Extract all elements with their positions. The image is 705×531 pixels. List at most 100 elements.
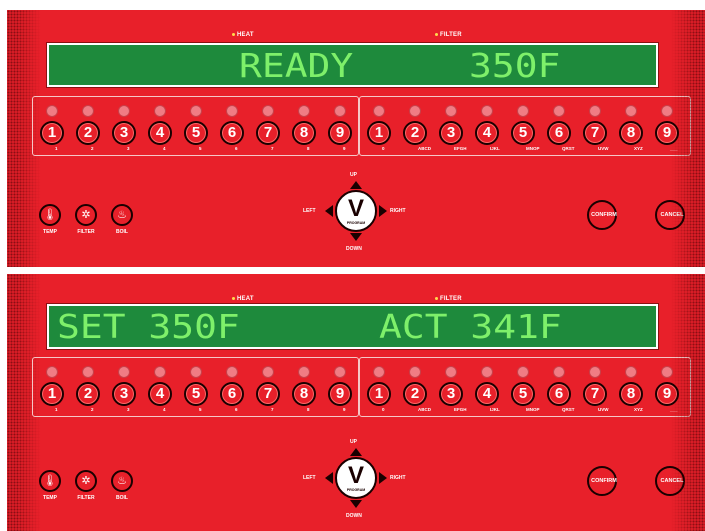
cancel-button[interactable]: CANCEL — [655, 466, 685, 496]
alpha-key-2[interactable]: 2 ABCD — [400, 99, 431, 151]
key-led-indicator — [154, 366, 166, 378]
temp-button[interactable]: 🌡 TEMP — [37, 204, 65, 244]
thermometer-icon: 🌡 — [39, 204, 61, 226]
key-number: 7 — [256, 121, 280, 145]
key-sublabel: 3 — [127, 407, 130, 412]
filter-indicator: FILTER — [435, 296, 462, 302]
alpha-key-5[interactable]: 5 MNOP — [508, 360, 540, 412]
lcd-display: READY 350F — [46, 42, 659, 88]
alpha-key-6[interactable]: 6 QRST — [544, 99, 575, 151]
heat-indicator-dot — [232, 296, 235, 300]
temp-button[interactable]: 🌡 TEMP — [37, 470, 65, 510]
alpha-key-3[interactable]: 3 EFGH — [436, 360, 467, 412]
key-number: 9 — [655, 121, 679, 145]
key-number: 2 — [76, 121, 100, 145]
product-key-9[interactable]: 99 — [325, 360, 355, 412]
right-label: RIGHT — [390, 208, 406, 214]
product-key-6[interactable]: 66 — [217, 360, 247, 412]
key-led-indicator — [262, 366, 274, 378]
program-label: PROGRAM — [346, 488, 366, 492]
key-sublabel: UVW — [598, 407, 609, 412]
product-key-4[interactable]: 44 — [145, 99, 175, 151]
alpha-key-2[interactable]: 2 ABCD — [400, 360, 431, 412]
key-sublabel: 0 — [382, 146, 385, 151]
alpha-key-1[interactable]: 10 — [364, 360, 394, 412]
navigation-pad: UP LEFT RIGHT DOWN V PROGRAM — [303, 437, 406, 523]
alpha-key-9[interactable]: 9 ___ — [652, 99, 682, 151]
left-arrow-button[interactable] — [325, 472, 333, 484]
product-key-3[interactable]: 33 — [109, 360, 139, 412]
key-sublabel: XYZ — [634, 407, 643, 412]
key-led-indicator — [226, 105, 238, 117]
key-number: 6 — [547, 382, 571, 406]
key-led-indicator — [298, 366, 310, 378]
right-label: RIGHT — [390, 475, 406, 481]
key-number: 3 — [112, 121, 136, 145]
confirm-button[interactable]: CONFIRM — [587, 200, 617, 230]
program-button[interactable]: V PROGRAM — [335, 457, 377, 499]
product-key-1[interactable]: 11 — [37, 99, 67, 151]
down-arrow-button[interactable] — [350, 233, 362, 241]
filter-icon: ✲ — [75, 470, 97, 492]
key-sublabel: 3 — [127, 146, 130, 151]
filter-button[interactable]: ✲ FILTER — [73, 204, 101, 244]
product-key-4[interactable]: 44 — [145, 360, 175, 412]
boil-button[interactable]: ♨ BOIL — [109, 204, 137, 244]
alpha-key-6[interactable]: 6 QRST — [544, 360, 575, 412]
product-key-5[interactable]: 55 — [181, 99, 211, 151]
key-sublabel: 1 — [55, 407, 58, 412]
product-key-1[interactable]: 11 — [37, 360, 67, 412]
up-arrow-button[interactable] — [350, 181, 362, 189]
right-arrow-button[interactable] — [379, 472, 387, 484]
key-number: 8 — [292, 382, 316, 406]
filter-button[interactable]: ✲ FILTER — [73, 470, 101, 510]
product-key-2[interactable]: 22 — [73, 360, 103, 412]
product-key-7[interactable]: 77 — [253, 99, 283, 151]
key-led-indicator — [661, 105, 673, 117]
key-led-indicator — [553, 366, 565, 378]
boil-button[interactable]: ♨ BOIL — [109, 470, 137, 510]
key-led-indicator — [46, 366, 58, 378]
right-arrow-button[interactable] — [379, 205, 387, 217]
key-led-indicator — [334, 105, 346, 117]
alpha-key-7[interactable]: 7 UVW — [580, 360, 610, 412]
down-arrow-button[interactable] — [350, 500, 362, 508]
product-key-7[interactable]: 77 — [253, 360, 283, 412]
thermometer-icon: 🌡 — [39, 470, 61, 492]
up-arrow-button[interactable] — [350, 448, 362, 456]
alpha-key-1[interactable]: 10 — [364, 99, 394, 151]
key-number: 4 — [475, 121, 499, 145]
key-number: 7 — [583, 382, 607, 406]
product-key-9[interactable]: 99 — [325, 99, 355, 151]
key-number: 4 — [475, 382, 499, 406]
key-led-indicator — [262, 105, 274, 117]
alpha-key-5[interactable]: 5 MNOP — [508, 99, 540, 151]
product-key-5[interactable]: 55 — [181, 360, 211, 412]
key-led-indicator — [517, 105, 529, 117]
key-number: 9 — [328, 121, 352, 145]
key-sublabel: 4 — [163, 146, 166, 151]
alpha-key-3[interactable]: 3 EFGH — [436, 99, 467, 151]
filter-indicator-dot — [435, 32, 438, 36]
product-key-3[interactable]: 33 — [109, 99, 139, 151]
product-key-8[interactable]: 88 — [289, 360, 319, 412]
key-led-indicator — [82, 105, 94, 117]
program-button[interactable]: V PROGRAM — [335, 190, 377, 232]
v-logo-icon: V — [347, 195, 364, 222]
heat-indicator: HEAT — [232, 32, 254, 38]
key-sublabel: ___ — [670, 407, 678, 412]
alpha-key-4[interactable]: 4 IJKL — [472, 99, 502, 151]
alpha-key-8[interactable]: 8 XYZ — [616, 99, 646, 151]
left-arrow-button[interactable] — [325, 205, 333, 217]
product-key-6[interactable]: 66 — [217, 99, 247, 151]
alpha-key-4[interactable]: 4 IJKL — [472, 360, 502, 412]
confirm-button[interactable]: CONFIRM — [587, 466, 617, 496]
product-key-2[interactable]: 22 — [73, 99, 103, 151]
key-led-indicator — [661, 366, 673, 378]
alpha-key-7[interactable]: 7 UVW — [580, 99, 610, 151]
product-key-8[interactable]: 88 — [289, 99, 319, 151]
cancel-button[interactable]: CANCEL — [655, 200, 685, 230]
key-number: 9 — [328, 382, 352, 406]
alpha-key-8[interactable]: 8 XYZ — [616, 360, 646, 412]
alpha-key-9[interactable]: 9 ___ — [652, 360, 682, 412]
